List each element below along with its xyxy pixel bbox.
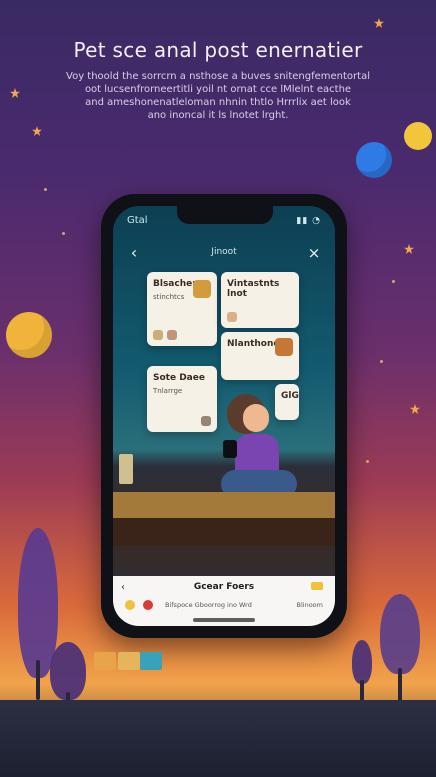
bottom-sheet: ‹ Gcear Foers Bifspoce Gboorrog ino Wrd … [113, 576, 335, 626]
sparkle-decoration-icon [44, 188, 47, 191]
bookmark-icon [227, 312, 237, 322]
pet-thumbnail-icon [275, 338, 293, 356]
sparkle-decoration-icon [380, 360, 383, 363]
phone-device: Gtal ▮▮ ◔ ‹ Jinoot × Blsachen stinchtcs … [101, 194, 347, 638]
tree-illustration [352, 640, 372, 684]
signboard-icon [118, 652, 140, 670]
star-decoration-icon [32, 126, 42, 136]
top-navigation: ‹ Jinoot × [113, 238, 335, 266]
bottom-sheet-title: Gcear Foers [193, 582, 255, 592]
signboard-icon [140, 652, 162, 670]
close-button[interactable]: × [303, 242, 325, 264]
home-indicator [193, 618, 255, 622]
star-decoration-icon [10, 88, 20, 98]
hero-subtitle: Voy thoold the sorrcrn a nsthose a buves… [58, 70, 378, 122]
post-card-text: Tnlarrge [153, 387, 183, 395]
sparkle-decoration-icon [392, 280, 395, 283]
coin-icon[interactable] [125, 600, 135, 610]
planet-yellow-icon [404, 122, 432, 150]
tree-illustration [380, 594, 420, 674]
hero-subtitle-line: Voy thoold the sorrcrn a nsthose a buves… [66, 71, 370, 82]
tree-trunk [398, 668, 402, 702]
hero-subtitle-line: oot lucsenfrorneertitli yoil nt ornat cc… [84, 84, 352, 95]
sparkle-decoration-icon [366, 460, 369, 463]
nav-title: Jinoot [211, 247, 237, 257]
planet-orange-icon [6, 312, 52, 358]
comment-icon [153, 330, 163, 340]
post-card-title: Sote Daee [153, 373, 205, 383]
bottom-meta-right: Blinoom [296, 601, 323, 609]
tree-trunk [360, 680, 364, 702]
star-decoration-icon [374, 18, 384, 28]
hero-subtitle-line: ano inoncal it ls lnotet lrght. [147, 110, 289, 121]
pet-thumbnail-icon [193, 280, 211, 298]
ground [0, 700, 436, 777]
star-decoration-icon [410, 404, 420, 414]
status-time: Gtal [127, 215, 148, 226]
bottom-sheet-row: Bifspoce Gboorrog ino Wrd Blinoom [125, 598, 323, 614]
record-icon[interactable] [143, 600, 153, 610]
planet-blue-icon [356, 142, 392, 178]
post-card[interactable]: Blsachen stinchtcs [147, 272, 217, 346]
post-card-title: GlGt [281, 391, 299, 401]
hero-subtitle-line: and ameshonenatleloman nhnin thtlo Hrrrl… [85, 97, 351, 108]
cup-icon [119, 454, 133, 484]
star-decoration-icon [404, 244, 414, 254]
bottom-meta-left: Bifspoce Gboorrog ino Wrd [165, 601, 252, 609]
table-shadow [113, 518, 335, 546]
tree-trunk [36, 660, 40, 700]
table-top [113, 492, 335, 518]
post-card[interactable]: Sote Daee Tnlarrge [147, 366, 217, 432]
heart-icon [167, 330, 177, 340]
post-card[interactable]: Vintastnts lnot [221, 272, 299, 328]
phone-screen: Gtal ▮▮ ◔ ‹ Jinoot × Blsachen stinchtcs … [113, 206, 335, 626]
hero-title: Pet sce anal post enernatier [73, 38, 363, 62]
sparkle-decoration-icon [62, 232, 65, 235]
person-head [243, 404, 269, 432]
comment-icon [201, 416, 211, 426]
handheld-phone-icon [223, 440, 237, 458]
phone-notch [177, 206, 273, 224]
post-card-title: Vintastnts lnot [227, 279, 280, 299]
status-icons: ▮▮ ◔ [296, 216, 321, 226]
badge-icon [311, 582, 323, 590]
close-icon: × [307, 244, 321, 262]
signboard-icon [94, 652, 116, 670]
post-card[interactable]: Nlanthone [221, 332, 299, 380]
